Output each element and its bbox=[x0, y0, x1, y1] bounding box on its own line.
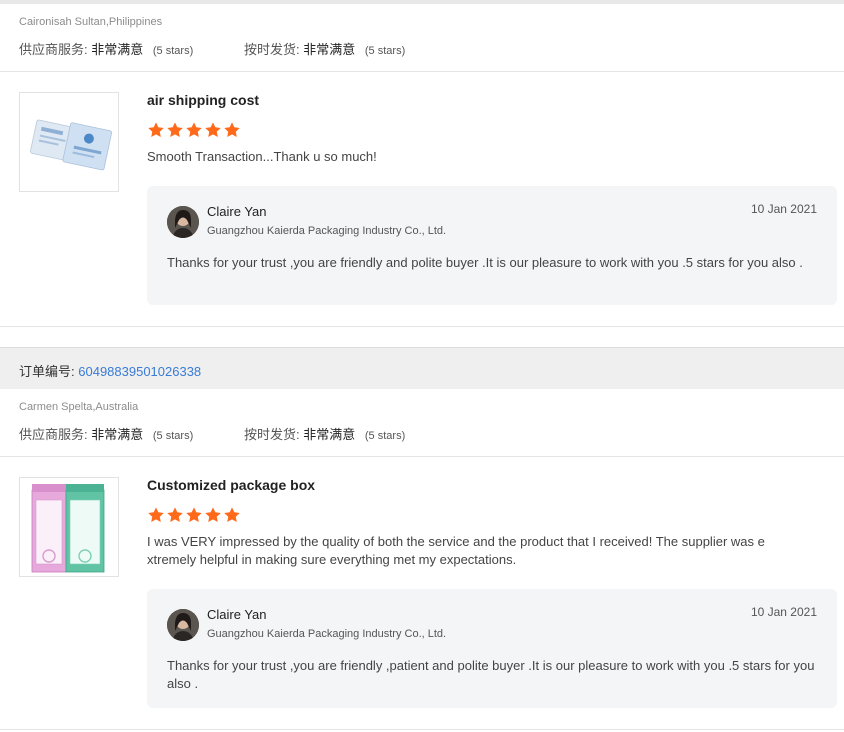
star-icon bbox=[224, 122, 240, 138]
star-icon bbox=[186, 122, 202, 138]
order-header: 订单编号: 60498839501026338 bbox=[0, 347, 844, 389]
supplier-service-value: 非常满意 bbox=[91, 427, 144, 442]
shipping-label: 按时发货: bbox=[244, 427, 300, 442]
star-icon bbox=[148, 507, 164, 523]
supplier-service-stars: (5 stars) bbox=[152, 430, 194, 442]
seller-company: Guangzhou Kaierda Packaging Industry Co.… bbox=[207, 628, 447, 640]
supplier-service-stars: (5 stars) bbox=[152, 45, 194, 57]
star-icon bbox=[186, 507, 202, 523]
seller-avatar bbox=[167, 206, 199, 238]
divider bbox=[0, 456, 844, 457]
sub-ratings: 供应商服务: 非常满意 (5 stars) 按时发货: 非常满意 (5 star… bbox=[19, 39, 405, 58]
shipping-value: 非常满意 bbox=[303, 42, 356, 57]
seller-avatar bbox=[167, 609, 199, 641]
reply-date: 10 Jan 2021 bbox=[750, 202, 817, 216]
seller-reply: Claire Yan Guangzhou Kaierda Packaging I… bbox=[147, 186, 837, 305]
star-icon bbox=[167, 507, 183, 523]
star-icon bbox=[205, 507, 221, 523]
star-icon bbox=[224, 507, 240, 523]
seller-reply: Claire Yan Guangzhou Kaierda Packaging I… bbox=[147, 589, 837, 708]
order-number-link[interactable]: 60498839501026338 bbox=[78, 364, 201, 379]
seller-company: Guangzhou Kaierda Packaging Industry Co.… bbox=[207, 225, 447, 237]
supplier-service-label: 供应商服务: bbox=[19, 427, 88, 442]
top-divider bbox=[0, 0, 844, 4]
product-title[interactable]: air shipping cost bbox=[147, 92, 259, 108]
review-comment: Smooth Transaction...Thank u so much! bbox=[147, 149, 377, 164]
star-icon bbox=[167, 122, 183, 138]
shipping-value: 非常满意 bbox=[303, 427, 356, 442]
supplier-service-label: 供应商服务: bbox=[19, 42, 88, 57]
shipping-stars: (5 stars) bbox=[364, 430, 406, 442]
reply-text: Thanks for your trust ,you are friendly … bbox=[167, 255, 803, 270]
star-icon bbox=[148, 122, 164, 138]
review-comment: I was VERY impressed by the quality of b… bbox=[147, 534, 765, 567]
product-title[interactable]: Customized package box bbox=[147, 477, 315, 493]
star-icon bbox=[205, 122, 221, 138]
seller-name: Claire Yan bbox=[207, 204, 267, 219]
rating-stars bbox=[147, 121, 242, 139]
reply-date: 10 Jan 2021 bbox=[750, 605, 817, 619]
rating-stars bbox=[147, 506, 242, 524]
seller-name: Claire Yan bbox=[207, 607, 267, 622]
supplier-service-value: 非常满意 bbox=[91, 42, 144, 57]
product-image[interactable] bbox=[19, 477, 119, 577]
shipping-label: 按时发货: bbox=[244, 42, 300, 57]
buyer-location: Caironisah Sultan,Philippines bbox=[19, 16, 163, 28]
buyer-location: Carmen Spelta,Australia bbox=[19, 401, 139, 413]
reply-text: Thanks for your trust ,you are friendly … bbox=[167, 658, 815, 691]
shipping-stars: (5 stars) bbox=[364, 45, 406, 57]
divider bbox=[0, 326, 844, 327]
divider bbox=[0, 729, 844, 730]
order-number-label: 订单编号: bbox=[19, 364, 75, 379]
divider bbox=[0, 71, 844, 72]
product-image[interactable] bbox=[19, 92, 119, 192]
sub-ratings: 供应商服务: 非常满意 (5 stars) 按时发货: 非常满意 (5 star… bbox=[19, 424, 405, 443]
